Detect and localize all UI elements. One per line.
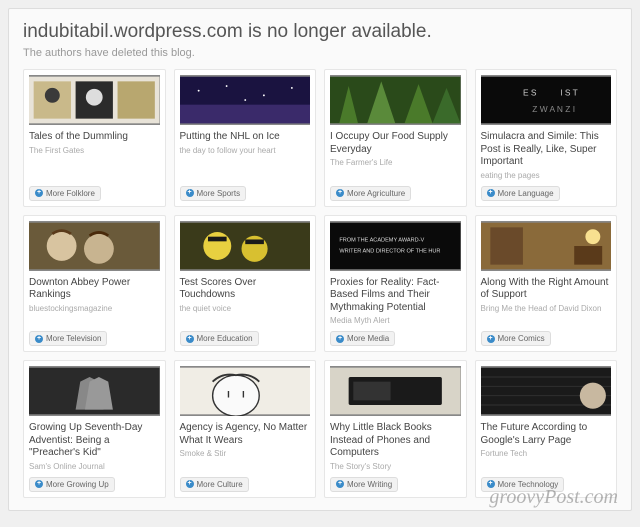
card-writing[interactable]: Why Little Black Books Instead of Phones…: [324, 360, 467, 498]
card-culture[interactable]: Agency is Agency, No Matter What It Wear…: [174, 360, 317, 498]
card-title: Downton Abbey Power Rankings: [29, 277, 160, 302]
plus-icon: +: [336, 189, 344, 197]
plus-icon: +: [186, 335, 194, 343]
svg-text:FROM THE ACADEMY AWARD-V: FROM THE ACADEMY AWARD-V: [339, 237, 424, 243]
more-button[interactable]: +More Technology: [481, 477, 565, 492]
card-source: Sam's Online Journal: [29, 462, 160, 471]
plus-icon: +: [35, 480, 43, 488]
card-agriculture[interactable]: I Occupy Our Food Supply Everyday The Fa…: [324, 69, 467, 207]
thumb-icon: [180, 366, 311, 416]
card-title: Putting the NHL on Ice: [180, 131, 311, 144]
card-technology[interactable]: The Future According to Google's Larry P…: [475, 360, 618, 498]
more-button[interactable]: +More Television: [29, 331, 107, 346]
card-title: Proxies for Reality: Fact-Based Films an…: [330, 277, 461, 315]
svg-text:I S T: I S T: [560, 87, 578, 97]
thumb-icon: E S I S T Z W A N Z I: [481, 75, 612, 125]
more-button[interactable]: +More Growing Up: [29, 477, 115, 492]
plus-icon: +: [336, 335, 344, 343]
card-title: Agency is Agency, No Matter What It Wear…: [180, 422, 311, 447]
thumb-icon: [29, 366, 160, 416]
card-education[interactable]: Test Scores Over Touchdowns the quiet vo…: [174, 215, 317, 353]
card-title: Why Little Black Books Instead of Phones…: [330, 422, 461, 460]
plus-icon: +: [336, 480, 344, 488]
card-source: Fortune Tech: [481, 449, 612, 458]
thumb-icon: [180, 221, 311, 271]
thumb-icon: [481, 221, 612, 271]
svg-text:E S: E S: [522, 87, 536, 97]
thumb-icon: FROM THE ACADEMY AWARD-V WRITER AND DIREC…: [330, 221, 461, 271]
card-title: Simulacra and Simile: This Post is Reall…: [481, 131, 612, 169]
card-source: The First Gates: [29, 146, 160, 155]
card-title: The Future According to Google's Larry P…: [481, 422, 612, 447]
card-media[interactable]: FROM THE ACADEMY AWARD-V WRITER AND DIREC…: [324, 215, 467, 353]
plus-icon: +: [35, 189, 43, 197]
card-title: Test Scores Over Touchdowns: [180, 277, 311, 302]
cards-grid: Tales of the Dummling The First Gates +M…: [23, 69, 617, 498]
plus-icon: +: [35, 335, 43, 343]
more-button[interactable]: +More Agriculture: [330, 186, 411, 201]
plus-icon: +: [186, 189, 194, 197]
card-source: Bring Me the Head of David Dixon: [481, 304, 612, 313]
thumb-icon: [330, 366, 461, 416]
more-button[interactable]: +More Media: [330, 331, 395, 346]
page-subtitle: The authors have deleted this blog.: [23, 47, 617, 59]
page-container: indubitabil.wordpress.com is no longer a…: [8, 8, 632, 511]
card-source: The Story's Story: [330, 462, 461, 471]
plus-icon: +: [487, 335, 495, 343]
card-source: the day to follow your heart: [180, 146, 311, 155]
thumb-icon: [481, 366, 612, 416]
plus-icon: +: [487, 480, 495, 488]
svg-text:Z W A N Z I: Z W A N Z I: [532, 104, 575, 114]
thumb-icon: [330, 75, 461, 125]
more-button[interactable]: +More Education: [180, 331, 259, 346]
card-folklore[interactable]: Tales of the Dummling The First Gates +M…: [23, 69, 166, 207]
plus-icon: +: [487, 189, 495, 197]
card-source: bluestockingsmagazine: [29, 304, 160, 313]
more-button[interactable]: +More Folklore: [29, 186, 101, 201]
card-television[interactable]: Downton Abbey Power Rankings bluestockin…: [23, 215, 166, 353]
plus-icon: +: [186, 480, 194, 488]
card-title: Along With the Right Amount of Support: [481, 277, 612, 302]
more-button[interactable]: +More Language: [481, 186, 560, 201]
card-sports[interactable]: Putting the NHL on Ice the day to follow…: [174, 69, 317, 207]
card-source: Smoke & Stir: [180, 449, 311, 458]
more-button[interactable]: +More Comics: [481, 331, 551, 346]
card-comics[interactable]: Along With the Right Amount of Support B…: [475, 215, 618, 353]
more-button[interactable]: +More Culture: [180, 477, 249, 492]
card-title: Tales of the Dummling: [29, 131, 160, 144]
thumb-icon: [29, 221, 160, 271]
thumb-icon: [180, 75, 311, 125]
card-source: Media Myth Alert: [330, 316, 461, 325]
card-title: I Occupy Our Food Supply Everyday: [330, 131, 461, 156]
svg-text:WRITER AND DIRECTOR OF THE HUR: WRITER AND DIRECTOR OF THE HUR: [339, 248, 440, 254]
card-source: The Farmer's Life: [330, 158, 461, 167]
card-source: the quiet voice: [180, 304, 311, 313]
more-button[interactable]: +More Writing: [330, 477, 398, 492]
card-growing-up[interactable]: Growing Up Seventh-Day Adventist: Being …: [23, 360, 166, 498]
card-title: Growing Up Seventh-Day Adventist: Being …: [29, 422, 160, 460]
thumb-icon: [29, 75, 160, 125]
card-source: eating the pages: [481, 171, 612, 180]
page-title: indubitabil.wordpress.com is no longer a…: [23, 21, 617, 43]
card-language[interactable]: E S I S T Z W A N Z I Simulacra and Simile…: [475, 69, 618, 207]
more-button[interactable]: +More Sports: [180, 186, 247, 201]
